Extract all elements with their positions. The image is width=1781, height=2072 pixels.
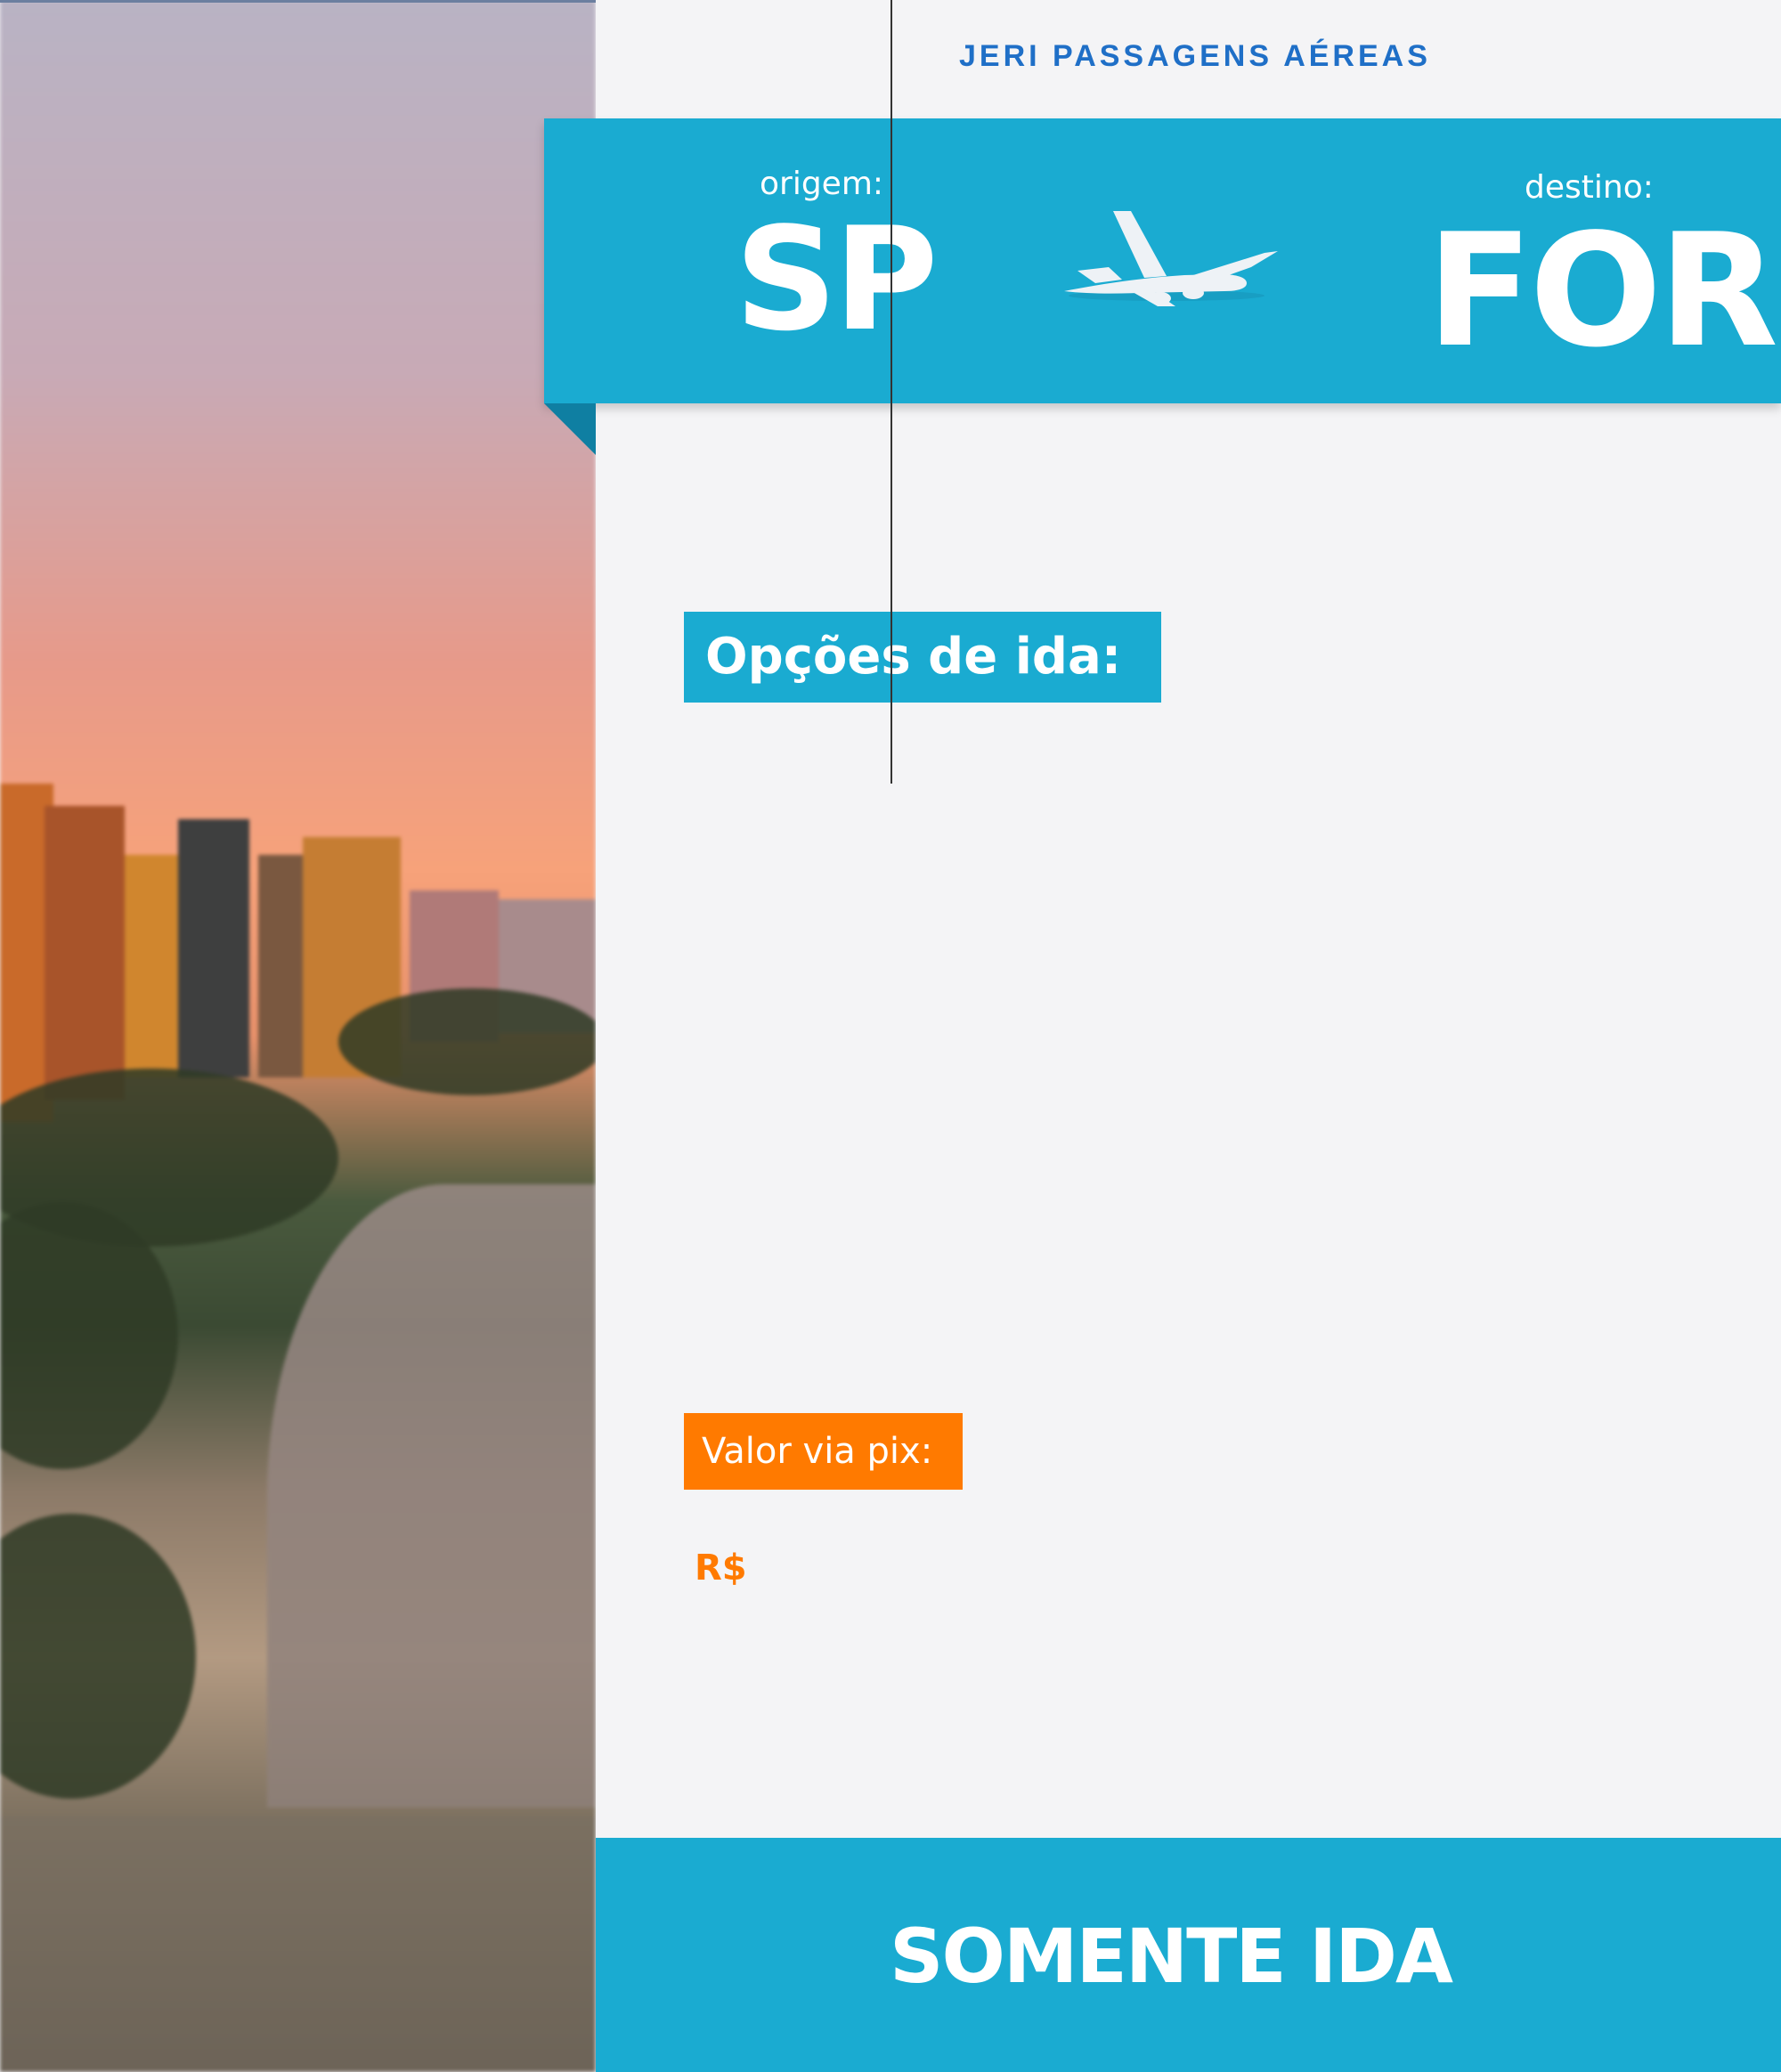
footer-banner: SOMENTE IDA <box>596 1838 1781 2072</box>
ribbon-fold <box>544 403 596 455</box>
brand-title: JERI PASSAGENS AÉREAS <box>959 39 1431 73</box>
options-heading: Opções de ida: <box>684 612 1161 703</box>
airplane-icon <box>1064 211 1278 306</box>
vertical-guide-line <box>890 0 892 784</box>
pix-price-label: Valor via pix: <box>684 1413 963 1490</box>
origin-code: SP <box>735 196 938 362</box>
destination-label: destino: <box>1525 169 1654 206</box>
top-border <box>0 0 596 3</box>
background-photo <box>0 0 596 2072</box>
destination-code: FOR <box>1427 201 1778 382</box>
footer-title: SOMENTE IDA <box>889 1913 1453 2000</box>
price-currency: R$ <box>695 1548 747 1589</box>
